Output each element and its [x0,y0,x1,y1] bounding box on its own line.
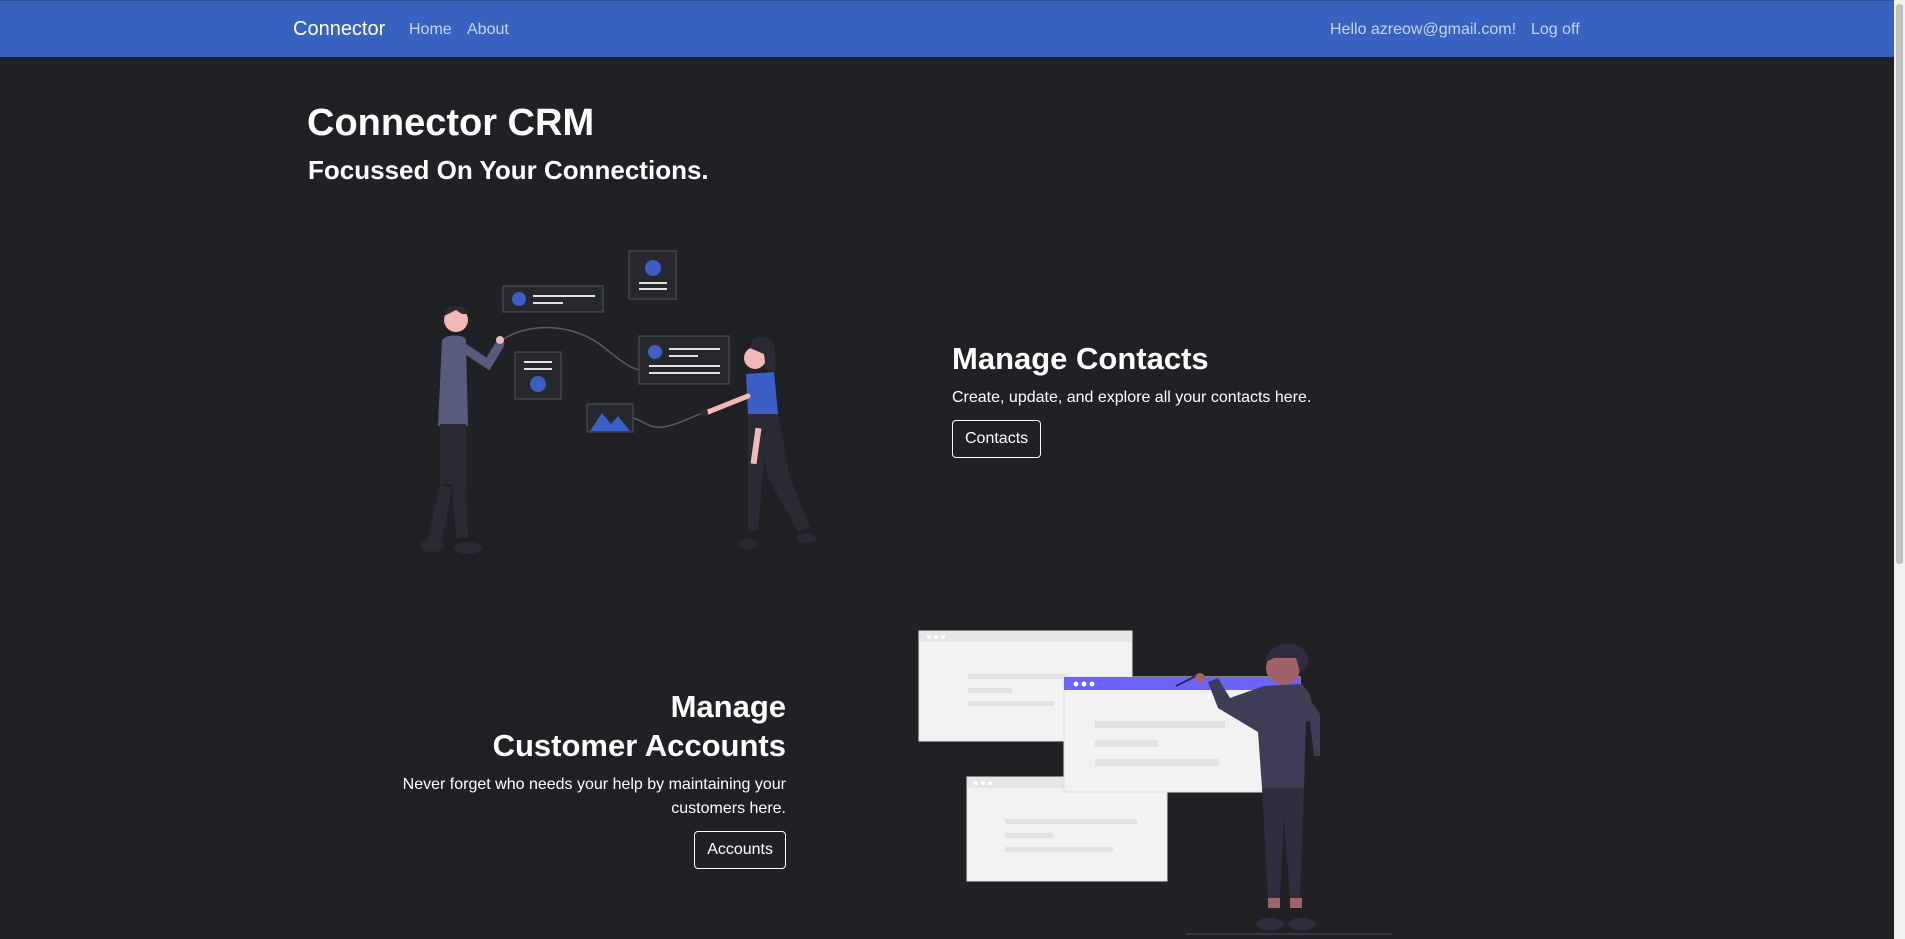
logoff-link[interactable]: Log off [1531,21,1580,39]
user-greeting-link[interactable]: Hello azreow@gmail.com! [1330,21,1516,39]
contacts-title: Manage Contacts [952,341,1209,376]
nav-home-link[interactable]: Home [409,21,452,39]
accounts-button[interactable]: Accounts [694,831,786,869]
scrollbar-thumb[interactable] [1896,4,1903,564]
brand-link[interactable]: Connector [293,18,385,41]
navbar: Connector Home About Hello azreow@gmail.… [0,0,1894,57]
page-title: Connector CRM [307,102,595,144]
accounts-title: Manage Customer Accounts [380,687,786,765]
accounts-title-line2: Customer Accounts [492,728,786,763]
page-subtitle: Focussed On Your Connections. [308,155,709,185]
contacts-button[interactable]: Contacts [952,420,1042,458]
contacts-description: Create, update, and explore all your con… [952,389,1312,406]
contacts-section: Manage Contacts Create, update, and expl… [952,339,1372,458]
presentation-illustration [918,630,1392,935]
accounts-section: Manage Customer Accounts Never forget wh… [380,687,786,869]
nav-about-link[interactable]: About [467,21,509,39]
accounts-title-line1: Manage [670,689,786,724]
accounts-description-line1: Never forget who needs your help by main… [402,776,786,793]
scrollbar[interactable] [1894,0,1905,939]
accounts-description-line2: customers here. [671,800,786,817]
connected-people-illustration [420,250,816,554]
accounts-description: Never forget who needs your help by main… [380,773,786,821]
